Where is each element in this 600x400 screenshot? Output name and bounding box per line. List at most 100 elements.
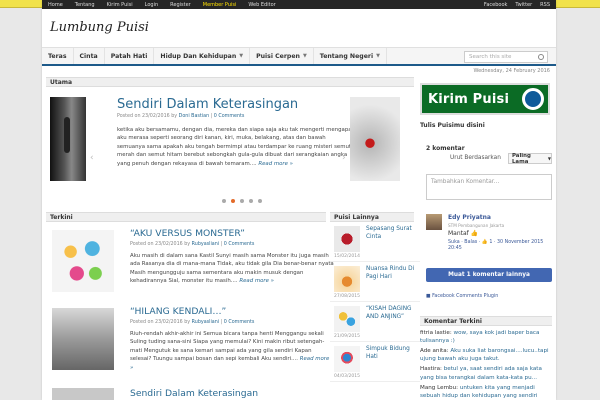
read-more-link[interactable]: Read more » bbox=[239, 278, 274, 284]
avatar[interactable] bbox=[426, 214, 442, 230]
excerpt-text: Riuh-rendah akhir-akhir ini Semua bicara… bbox=[130, 331, 325, 363]
recent-comment[interactable]: Hastira: betul ya, saat sendiri ada saja… bbox=[420, 365, 552, 381]
author-link[interactable]: Rubyasliani bbox=[192, 242, 219, 247]
post-title[interactable]: “HILANG KENDALI…” bbox=[130, 306, 226, 317]
side-thumbnail[interactable] bbox=[334, 306, 360, 332]
post-title[interactable]: Sendiri Dalam Keterasingan bbox=[130, 388, 258, 399]
slide-title[interactable]: Sendiri Dalam Keterasingan bbox=[117, 97, 298, 112]
post-thumbnail[interactable] bbox=[52, 308, 114, 370]
comments-link[interactable]: 0 Comments bbox=[214, 114, 245, 119]
side-thumbnail[interactable] bbox=[334, 266, 360, 292]
menu-item-patah-hati[interactable]: Patah Hati bbox=[105, 48, 155, 64]
topnav-badge[interactable]: Member Puisi bbox=[203, 2, 237, 8]
recent-comment[interactable]: fitria lastie: wow, saya kok jadi baper … bbox=[420, 329, 552, 345]
post-excerpt: Riuh-rendah akhir-akhir ini Semua bicara… bbox=[130, 330, 334, 372]
post-thumbnail[interactable] bbox=[52, 388, 114, 400]
chevron-right-icon[interactable]: › bbox=[342, 153, 346, 163]
comment-author: fitria lastie: bbox=[420, 330, 452, 336]
author-link[interactable]: Rubyasliani bbox=[192, 320, 219, 325]
slide-image-right[interactable] bbox=[350, 97, 400, 181]
topnav-register[interactable]: Register bbox=[170, 2, 191, 8]
side-thumbnail[interactable] bbox=[334, 346, 360, 372]
side-post-date: 15/02/2014 bbox=[334, 254, 360, 259]
slider-dot[interactable] bbox=[222, 199, 226, 203]
menu-item-hidup[interactable]: Hidup Dan Kehidupan ▼ bbox=[154, 48, 251, 64]
meta-prefix: Posted on 23/02/2016 by bbox=[117, 114, 178, 119]
topnav-badge2[interactable]: Web Editor bbox=[248, 2, 275, 8]
slider-dot[interactable] bbox=[240, 199, 244, 203]
comments-link[interactable]: 0 Comments bbox=[224, 242, 255, 247]
topnav-rss[interactable]: RSS bbox=[540, 2, 550, 8]
comment-author: Ade anita: bbox=[420, 348, 449, 355]
post-thumbnail[interactable] bbox=[52, 230, 114, 292]
section-komentar: Komentar Terkini bbox=[420, 316, 552, 326]
slider-dot-active[interactable] bbox=[231, 199, 235, 203]
site-logo[interactable]: Lumbung Puisi bbox=[50, 20, 149, 35]
comment-textarea[interactable]: Tambahkan Komentar... bbox=[426, 174, 552, 200]
section-label: Utama bbox=[50, 78, 73, 86]
side-post-date: 27/08/2015 bbox=[334, 294, 360, 299]
banner-label: Kirim Puisi bbox=[428, 91, 510, 107]
comment-actions[interactable]: Suka · Balas · 👍 1 · 30 November 2015 20… bbox=[448, 240, 552, 253]
excerpt-text: ketika aku bersamamu, dengan dia, mereka… bbox=[117, 127, 352, 167]
recent-comment[interactable]: Mang Lembu: untuken kita yang menjadi se… bbox=[420, 384, 552, 400]
top-nav: Home Tentang Kirim Puisi Login Register … bbox=[42, 0, 556, 9]
topnav-facebook[interactable]: Facebook bbox=[484, 2, 508, 8]
sort-value: Paling Lama bbox=[512, 152, 531, 165]
chevron-down-icon: ▼ bbox=[239, 53, 244, 59]
sort-select[interactable]: Paling Lama ▼ bbox=[508, 152, 552, 165]
topnav-home[interactable]: Home bbox=[48, 2, 63, 8]
menu-label: Patah Hati bbox=[110, 52, 148, 60]
side-post-title[interactable]: Simpuk Bidung Hati bbox=[366, 346, 418, 361]
section-label: Puisi Lainnya bbox=[334, 213, 379, 221]
commenter-name[interactable]: Edy Priyatna bbox=[448, 214, 491, 221]
meta-prefix: Posted on 23/02/2016 by bbox=[130, 320, 191, 325]
menu-item-cerpen[interactable]: Puisi Cerpen ▼ bbox=[250, 48, 314, 64]
excerpt-text: Aku masih di dalam sana Kastil Sunyi mas… bbox=[130, 253, 334, 285]
slide-excerpt: ketika aku bersamamu, dengan dia, mereka… bbox=[117, 126, 353, 168]
post-meta: Posted on 23/02/2016 by Rubyasliani | 0 … bbox=[130, 242, 255, 247]
author-link[interactable]: Doni Bastian bbox=[179, 114, 209, 119]
recent-comment[interactable]: Ade anita: Aku suka liat barongsai....lu… bbox=[420, 347, 552, 363]
side-thumbnail[interactable] bbox=[334, 226, 360, 252]
fb-plugin-link[interactable]: ■ Facebook Comments Plugin bbox=[426, 294, 498, 299]
chevron-down-icon: ▼ bbox=[547, 156, 551, 161]
load-more-comments-button[interactable]: Muat 1 komentar lainnya bbox=[426, 268, 552, 282]
comment-author: Hastira: bbox=[420, 366, 442, 373]
topnav-twitter[interactable]: Twitter bbox=[515, 2, 532, 8]
read-more-link[interactable]: Read more » bbox=[258, 161, 293, 167]
search-input[interactable]: Search this site bbox=[464, 51, 548, 63]
search-icon[interactable] bbox=[538, 54, 544, 60]
comments-link[interactable]: 0 Comments bbox=[224, 320, 255, 325]
side-post[interactable]: Nuansa Rindu Di Pagi Hari 27/08/2015 bbox=[330, 262, 420, 302]
side-post[interactable]: Simpuk Bidung Hati 04/03/2015 bbox=[330, 342, 420, 382]
side-post[interactable]: Sepasang Surat Cinta 15/02/2014 bbox=[330, 222, 420, 262]
page-container: Home Tentang Kirim Puisi Login Register … bbox=[42, 0, 556, 400]
topnav-login[interactable]: Login bbox=[145, 2, 159, 8]
menu-item-negeri[interactable]: Tentang Negeri ▼ bbox=[314, 48, 387, 64]
menu-label: Teras bbox=[48, 52, 67, 60]
post-title[interactable]: “AKU VERSUS MONSTER” bbox=[130, 228, 245, 239]
topnav-kirim[interactable]: Kirim Puisi bbox=[107, 2, 133, 8]
side-post-title[interactable]: Nuansa Rindu Di Pagi Hari bbox=[366, 266, 418, 281]
slider-dot[interactable] bbox=[249, 199, 253, 203]
chevron-left-icon[interactable]: ‹ bbox=[90, 153, 94, 163]
side-post[interactable]: “KISAH DAGING AND ANJING” 21/09/2015 bbox=[330, 302, 420, 342]
post-excerpt: Aku masih di dalam sana Kastil Sunyi mas… bbox=[130, 252, 334, 286]
topnav-tentang[interactable]: Tentang bbox=[75, 2, 95, 8]
figure-shape bbox=[64, 117, 70, 153]
side-post-date: 04/03/2015 bbox=[334, 374, 360, 379]
post-item: “HILANG KENDALI…” Posted on 23/02/2016 b… bbox=[50, 306, 330, 376]
chevron-down-icon: ▼ bbox=[376, 53, 380, 59]
menu-item-teras[interactable]: Teras bbox=[42, 48, 74, 64]
menu-label: Hidup Dan Kehidupan bbox=[160, 52, 237, 60]
menu-item-cinta[interactable]: Cinta bbox=[74, 48, 105, 64]
main-menu: Teras Cinta Patah Hati Hidup Dan Kehidup… bbox=[42, 47, 556, 66]
slider-dot[interactable] bbox=[258, 199, 262, 203]
kirim-puisi-banner[interactable]: Kirim Puisi bbox=[420, 83, 550, 115]
side-post-title[interactable]: Sepasang Surat Cinta bbox=[366, 226, 418, 241]
side-post-title[interactable]: “KISAH DAGING AND ANJING” bbox=[366, 306, 418, 321]
slide-meta: Posted on 23/02/2016 by Doni Bastian | 0… bbox=[117, 114, 245, 119]
post-item: “AKU VERSUS MONSTER” Posted on 23/02/201… bbox=[50, 228, 334, 298]
slide-image-left[interactable] bbox=[50, 97, 86, 181]
